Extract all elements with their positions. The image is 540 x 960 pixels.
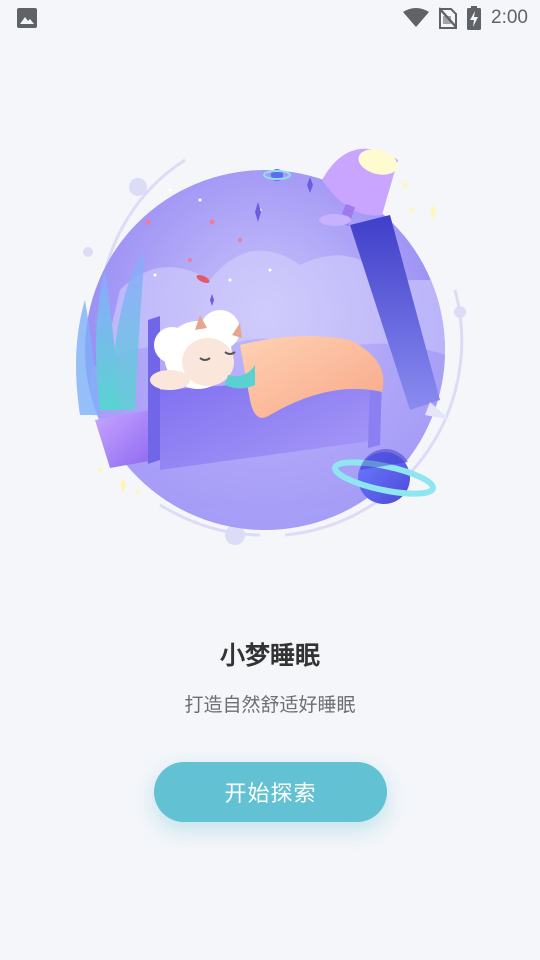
sleep-illustration <box>60 140 480 560</box>
wifi-icon <box>403 8 430 28</box>
start-explore-button[interactable]: 开始探索 <box>154 762 387 822</box>
battery-charging-icon <box>467 6 482 30</box>
no-sim-icon <box>439 7 458 29</box>
status-icons: 2:00 <box>403 6 528 30</box>
app-subtitle: 打造自然舒适好睡眠 <box>184 694 356 716</box>
app-title: 小梦睡眠 <box>219 641 320 670</box>
clock: 2:00 <box>491 7 528 28</box>
onboarding-screen: 2:00 小梦睡眠 打造自然舒适好睡眠 开始探索 <box>0 0 540 960</box>
image-icon <box>17 8 37 28</box>
start-explore-label: 开始探索 <box>224 782 317 807</box>
status-bar: 2:00 <box>0 0 540 36</box>
